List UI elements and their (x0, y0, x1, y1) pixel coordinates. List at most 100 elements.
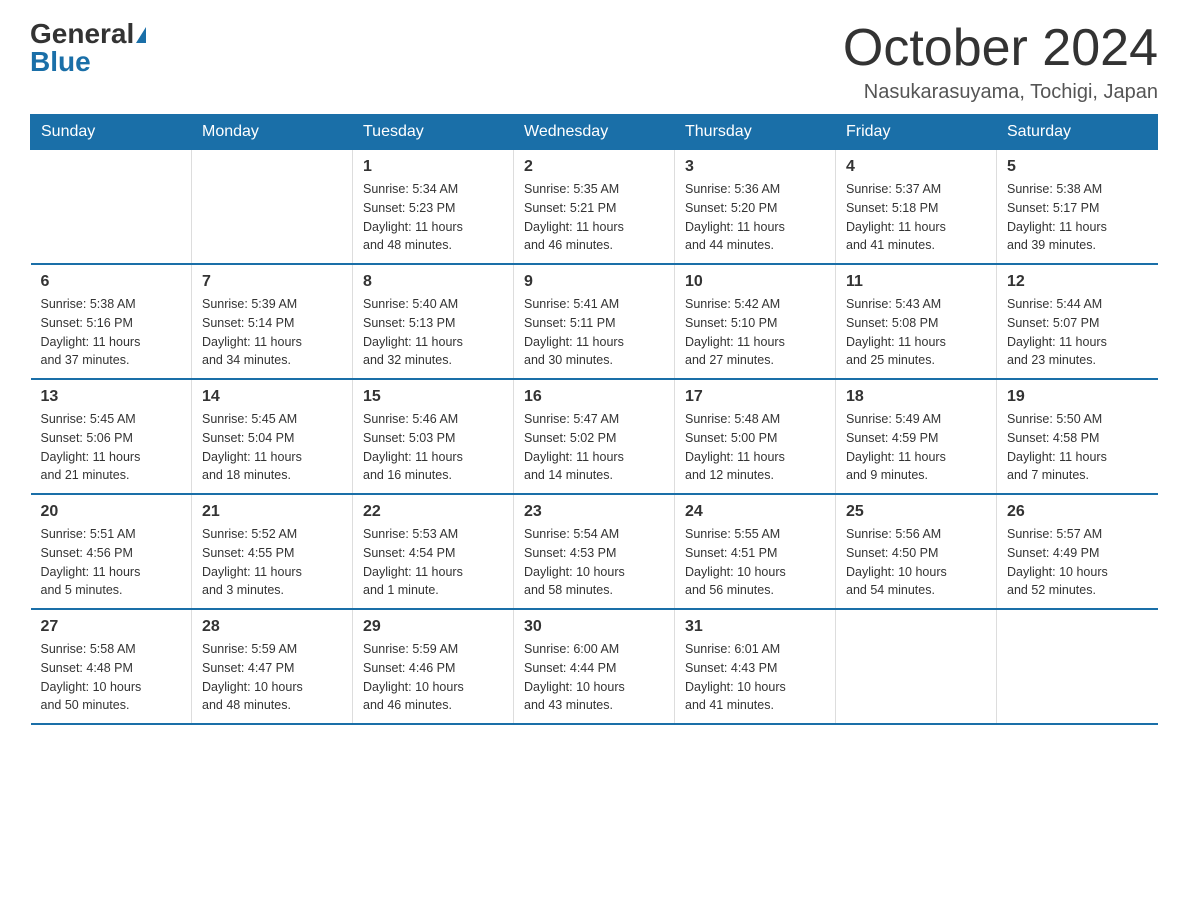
day-number: 7 (202, 273, 342, 291)
day-info: Sunrise: 5:40 AM Sunset: 5:13 PM Dayligh… (363, 295, 503, 370)
day-info: Sunrise: 5:51 AM Sunset: 4:56 PM Dayligh… (41, 525, 182, 600)
calendar-cell: 28 Sunrise: 5:59 AM Sunset: 4:47 PM Dayli… (192, 609, 353, 724)
day-number: 17 (685, 388, 825, 406)
day-number: 20 (41, 503, 182, 521)
calendar-cell: 16Sunrise: 5:47 AM Sunset: 5:02 PM Dayli… (514, 379, 675, 494)
calendar-cell: 7 Sunrise: 5:39 AM Sunset: 5:14 PM Daylig… (192, 264, 353, 379)
day-info: Sunrise: 5:46 AM Sunset: 5:03 PM Dayligh… (363, 410, 503, 485)
calendar-table: Sunday Monday Tuesday Wednesday Thursday… (30, 114, 1158, 725)
location-text: Nasukarasuyama, Tochigi, Japan (843, 81, 1158, 104)
calendar-week-4: 27Sunrise: 5:58 AM Sunset: 4:48 PM Dayli… (31, 609, 1158, 724)
month-title: October 2024 (843, 20, 1158, 77)
day-number: 22 (363, 503, 503, 521)
calendar-week-1: 6Sunrise: 5:38 AM Sunset: 5:16 PM Daylig… (31, 264, 1158, 379)
day-info: Sunrise: 5:34 AM Sunset: 5:23 PM Dayligh… (363, 180, 503, 255)
logo: General Blue (30, 20, 146, 76)
day-number: 23 (524, 503, 664, 521)
calendar-cell: 8 Sunrise: 5:40 AM Sunset: 5:13 PM Daylig… (353, 264, 514, 379)
calendar-cell: 23 Sunrise: 5:54 AM Sunset: 4:53 PM Dayli… (514, 494, 675, 609)
day-info: Sunrise: 5:35 AM Sunset: 5:21 PM Dayligh… (524, 180, 664, 255)
page-header: General Blue October 2024 Nasukarasuyama… (30, 20, 1158, 104)
calendar-body: 1 Sunrise: 5:34 AM Sunset: 5:23 PM Daylig… (31, 150, 1158, 725)
calendar-cell: 22 Sunrise: 5:53 AM Sunset: 4:54 PM Dayli… (353, 494, 514, 609)
calendar-cell: 21 Sunrise: 5:52 AM Sunset: 4:55 PM Dayli… (192, 494, 353, 609)
calendar-cell: 4 Sunrise: 5:37 AM Sunset: 5:18 PM Daylig… (836, 150, 997, 265)
day-info: Sunrise: 5:37 AM Sunset: 5:18 PM Dayligh… (846, 180, 986, 255)
day-number: 16 (524, 388, 664, 406)
calendar-cell: 17 Sunrise: 5:48 AM Sunset: 5:00 PM Dayli… (675, 379, 836, 494)
day-number: 15 (363, 388, 503, 406)
calendar-cell (836, 609, 997, 724)
day-number: 29 (363, 618, 503, 636)
col-monday: Monday (192, 115, 353, 150)
day-number: 2 (524, 158, 664, 176)
calendar-cell: 24 Sunrise: 5:55 AM Sunset: 4:51 PM Dayli… (675, 494, 836, 609)
day-number: 18 (846, 388, 986, 406)
day-info: Sunrise: 5:38 AM Sunset: 5:16 PM Dayligh… (41, 295, 182, 370)
calendar-cell: 6Sunrise: 5:38 AM Sunset: 5:16 PM Daylig… (31, 264, 192, 379)
day-info: Sunrise: 5:59 AM Sunset: 4:46 PM Dayligh… (363, 640, 503, 715)
day-info: Sunrise: 5:54 AM Sunset: 4:53 PM Dayligh… (524, 525, 664, 600)
day-number: 31 (685, 618, 825, 636)
day-number: 4 (846, 158, 986, 176)
logo-general-text: General (30, 18, 134, 49)
day-info: Sunrise: 5:44 AM Sunset: 5:07 PM Dayligh… (1007, 295, 1148, 370)
day-number: 28 (202, 618, 342, 636)
day-number: 10 (685, 273, 825, 291)
calendar-cell: 27Sunrise: 5:58 AM Sunset: 4:48 PM Dayli… (31, 609, 192, 724)
day-number: 9 (524, 273, 664, 291)
calendar-cell: 12 Sunrise: 5:44 AM Sunset: 5:07 PM Dayli… (997, 264, 1158, 379)
day-number: 21 (202, 503, 342, 521)
calendar-cell: 30 Sunrise: 6:00 AM Sunset: 4:44 PM Dayli… (514, 609, 675, 724)
calendar-cell (997, 609, 1158, 724)
calendar-cell: 25Sunrise: 5:56 AM Sunset: 4:50 PM Dayli… (836, 494, 997, 609)
day-info: Sunrise: 5:39 AM Sunset: 5:14 PM Dayligh… (202, 295, 342, 370)
day-number: 11 (846, 273, 986, 291)
day-info: Sunrise: 5:59 AM Sunset: 4:47 PM Dayligh… (202, 640, 342, 715)
calendar-cell: 13 Sunrise: 5:45 AM Sunset: 5:06 PM Dayli… (31, 379, 192, 494)
day-number: 26 (1007, 503, 1148, 521)
calendar-cell: 18Sunrise: 5:49 AM Sunset: 4:59 PM Dayli… (836, 379, 997, 494)
calendar-cell: 15 Sunrise: 5:46 AM Sunset: 5:03 PM Dayli… (353, 379, 514, 494)
col-thursday: Thursday (675, 115, 836, 150)
calendar-cell: 29 Sunrise: 5:59 AM Sunset: 4:46 PM Dayli… (353, 609, 514, 724)
calendar-header: Sunday Monday Tuesday Wednesday Thursday… (31, 115, 1158, 150)
calendar-cell: 14Sunrise: 5:45 AM Sunset: 5:04 PM Dayli… (192, 379, 353, 494)
day-number: 19 (1007, 388, 1148, 406)
col-friday: Friday (836, 115, 997, 150)
title-block: October 2024 Nasukarasuyama, Tochigi, Ja… (843, 20, 1158, 104)
logo-triangle-icon (136, 27, 146, 43)
day-info: Sunrise: 5:43 AM Sunset: 5:08 PM Dayligh… (846, 295, 986, 370)
day-info: Sunrise: 5:50 AM Sunset: 4:58 PM Dayligh… (1007, 410, 1148, 485)
calendar-cell: 5Sunrise: 5:38 AM Sunset: 5:17 PM Daylig… (997, 150, 1158, 265)
calendar-cell: 11 Sunrise: 5:43 AM Sunset: 5:08 PM Dayli… (836, 264, 997, 379)
day-info: Sunrise: 6:01 AM Sunset: 4:43 PM Dayligh… (685, 640, 825, 715)
day-number: 13 (41, 388, 182, 406)
day-info: Sunrise: 5:53 AM Sunset: 4:54 PM Dayligh… (363, 525, 503, 600)
day-info: Sunrise: 5:56 AM Sunset: 4:50 PM Dayligh… (846, 525, 986, 600)
col-sunday: Sunday (31, 115, 192, 150)
day-info: Sunrise: 6:00 AM Sunset: 4:44 PM Dayligh… (524, 640, 664, 715)
col-tuesday: Tuesday (353, 115, 514, 150)
day-info: Sunrise: 5:52 AM Sunset: 4:55 PM Dayligh… (202, 525, 342, 600)
day-number: 24 (685, 503, 825, 521)
day-info: Sunrise: 5:55 AM Sunset: 4:51 PM Dayligh… (685, 525, 825, 600)
calendar-week-0: 1 Sunrise: 5:34 AM Sunset: 5:23 PM Daylig… (31, 150, 1158, 265)
day-number: 14 (202, 388, 342, 406)
day-info: Sunrise: 5:45 AM Sunset: 5:06 PM Dayligh… (41, 410, 182, 485)
day-number: 12 (1007, 273, 1148, 291)
day-info: Sunrise: 5:36 AM Sunset: 5:20 PM Dayligh… (685, 180, 825, 255)
calendar-cell: 10 Sunrise: 5:42 AM Sunset: 5:10 PM Dayli… (675, 264, 836, 379)
day-number: 3 (685, 158, 825, 176)
day-number: 1 (363, 158, 503, 176)
day-number: 5 (1007, 158, 1148, 176)
day-info: Sunrise: 5:42 AM Sunset: 5:10 PM Dayligh… (685, 295, 825, 370)
logo-general-line: General (30, 20, 146, 48)
calendar-week-2: 13 Sunrise: 5:45 AM Sunset: 5:06 PM Dayli… (31, 379, 1158, 494)
day-number: 30 (524, 618, 664, 636)
day-info: Sunrise: 5:48 AM Sunset: 5:00 PM Dayligh… (685, 410, 825, 485)
calendar-cell: 3 Sunrise: 5:36 AM Sunset: 5:20 PM Daylig… (675, 150, 836, 265)
day-number: 8 (363, 273, 503, 291)
day-info: Sunrise: 5:41 AM Sunset: 5:11 PM Dayligh… (524, 295, 664, 370)
col-saturday: Saturday (997, 115, 1158, 150)
